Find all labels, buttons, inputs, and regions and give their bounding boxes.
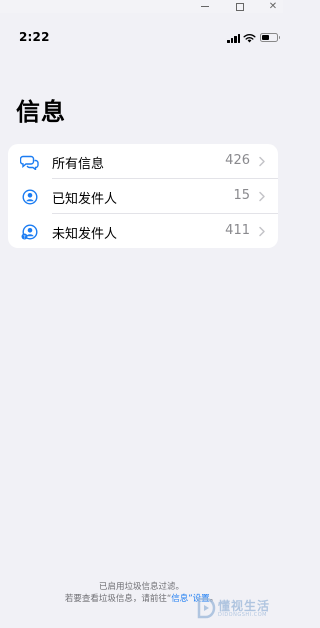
filter-label: 未知发件人 <box>52 227 118 242</box>
filter-row-unknown-senders[interactable]: ? 未知发件人 411 <box>8 214 278 248</box>
battery-level <box>262 35 269 40</box>
minimize-button[interactable] <box>196 0 214 13</box>
footer-line-2-prefix: 若要查看垃圾信息，请前往“ <box>64 594 172 604</box>
battery-icon <box>260 33 280 42</box>
person-unknown-icon: ? <box>20 222 40 242</box>
cellular-signal-icon <box>227 34 241 43</box>
watermark-subtext: DIDONGSHI.COM <box>218 612 267 618</box>
chevron-right-icon <box>259 156 265 167</box>
person-circle-icon <box>20 187 40 207</box>
window-titlebar: ✕ <box>0 0 283 13</box>
filter-row-all-messages[interactable]: 所有信息 426 <box>8 144 278 179</box>
watermark-logo: 懂视生活 DIDONGSHI.COM <box>196 594 282 624</box>
filter-label: 已知发件人 <box>52 192 118 207</box>
status-bar: 2:22 <box>0 26 283 50</box>
close-button[interactable]: ✕ <box>264 0 282 13</box>
footer-line-1: 已启用垃圾信息过滤。 <box>98 582 184 592</box>
maximize-button[interactable] <box>231 0 249 13</box>
message-filter-list: 所有信息 426 已知发件人 15 ? 未知发件人 411 <box>8 144 278 248</box>
filter-row-known-senders[interactable]: 已知发件人 15 <box>8 179 278 214</box>
filter-label: 所有信息 <box>52 157 105 172</box>
page-title: 信息 <box>16 98 66 126</box>
chevron-right-icon <box>259 191 265 202</box>
filter-count: 426 <box>225 153 250 168</box>
wifi-icon <box>243 33 256 43</box>
filter-count: 15 <box>233 188 250 203</box>
chevron-right-icon <box>259 226 265 237</box>
chat-bubbles-icon <box>20 152 40 172</box>
filter-count: 411 <box>225 223 250 238</box>
status-time: 2:22 <box>19 30 50 44</box>
watermark-d-icon <box>197 597 216 619</box>
